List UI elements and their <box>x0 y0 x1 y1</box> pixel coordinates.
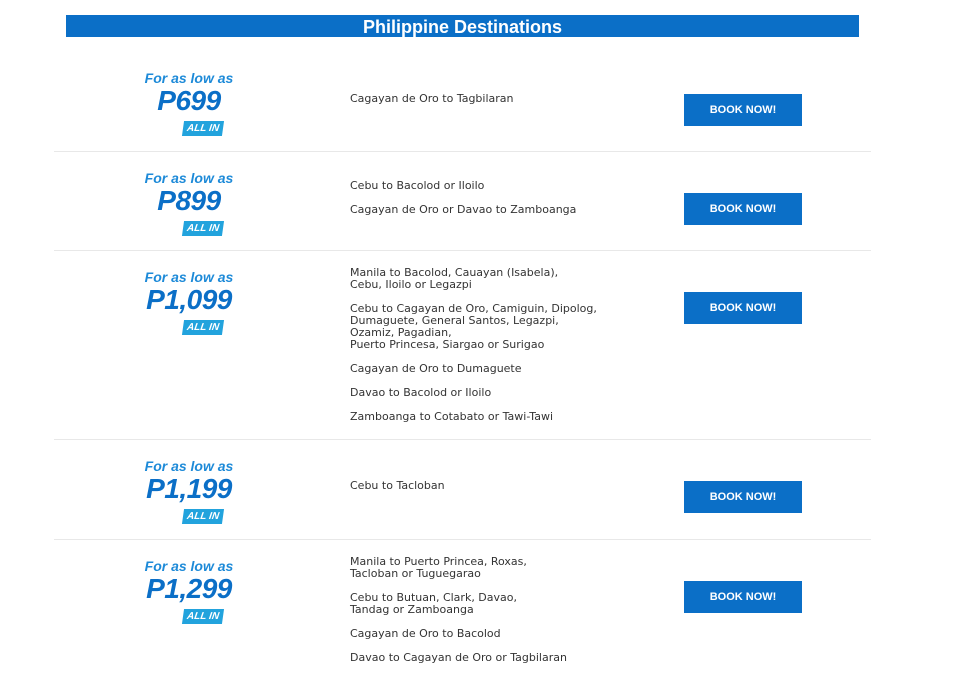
price-block: For as low as P1,299 ALL IN <box>54 558 324 624</box>
book-now-button[interactable]: BOOK NOW! <box>684 581 802 613</box>
route-item: Manila to Bacolod, Cauayan (Isabela), Ce… <box>350 266 559 291</box>
price-intro: For as low as <box>144 170 234 186</box>
promo-row: For as low as P899 ALL IN Cebu to Bacolo… <box>54 152 871 251</box>
price-amount: P1,299 <box>146 573 232 604</box>
route-item: Cagayan de Oro to Dumaguete <box>350 362 522 375</box>
price-intro: For as low as <box>144 558 234 574</box>
route-item: Cebu to Cagayan de Oro, Camiguin, Dipolo… <box>350 302 597 351</box>
route-item: Cebu to Butuan, Clark, Davao, Tandag or … <box>350 591 517 616</box>
route-list: Manila to Bacolod, Cauayan (Isabela), Ce… <box>350 267 650 435</box>
route-item: Davao to Bacolod or Iloilo <box>350 386 492 399</box>
route-item: Manila to Puerto Princea, Roxas, Tacloba… <box>350 555 527 580</box>
price-intro: For as low as <box>144 70 234 86</box>
price-block: For as low as P699 ALL IN <box>54 70 324 136</box>
all-in-badge: ALL IN <box>181 221 225 236</box>
all-in-badge: ALL IN <box>181 121 225 136</box>
promo-row: For as low as P699 ALL IN Cagayan de Oro… <box>54 52 871 152</box>
route-item: Zamboanga to Cotabato or Tawi-Tawi <box>350 410 553 423</box>
route-list: Cebu to Bacolod or Iloilo Cagayan de Oro… <box>350 180 650 228</box>
all-in-badge: ALL IN <box>181 509 225 524</box>
route-item: Cagayan de Oro or Davao to Zamboanga <box>350 203 577 216</box>
price-amount: P1,199 <box>146 473 232 504</box>
promo-row: For as low as P1,199 ALL IN Cebu to Tacl… <box>54 440 871 540</box>
price-block: For as low as P1,199 ALL IN <box>54 458 324 524</box>
route-item: Cagayan de Oro to Bacolod <box>350 627 501 640</box>
all-in-badge: ALL IN <box>181 320 225 335</box>
all-in-badge: ALL IN <box>181 609 225 624</box>
route-item: Cagayan de Oro to Tagbilaran <box>350 92 514 105</box>
price-amount: P899 <box>157 185 221 216</box>
price-intro: For as low as <box>144 458 234 474</box>
page-title: Philippine Destinations <box>66 15 859 37</box>
price-amount: P1,099 <box>146 284 232 315</box>
price-intro: For as low as <box>144 269 234 285</box>
book-now-button[interactable]: BOOK NOW! <box>684 94 802 126</box>
route-item: Cebu to Tacloban <box>350 479 445 492</box>
promo-list: For as low as P699 ALL IN Cagayan de Oro… <box>54 52 871 680</box>
price-amount: P699 <box>157 85 221 116</box>
route-list: Cagayan de Oro to Tagbilaran <box>350 93 650 117</box>
promo-row: For as low as P1,099 ALL IN Manila to Ba… <box>54 251 871 440</box>
route-list: Cebu to Tacloban <box>350 480 650 504</box>
book-now-button[interactable]: BOOK NOW! <box>684 292 802 324</box>
book-now-button[interactable]: BOOK NOW! <box>684 481 802 513</box>
route-item: Davao to Cagayan de Oro or Tagbilaran <box>350 651 567 664</box>
price-block: For as low as P899 ALL IN <box>54 170 324 236</box>
promo-row: For as low as P1,299 ALL IN Manila to Pu… <box>54 540 871 680</box>
route-item: Cebu to Bacolod or Iloilo <box>350 179 485 192</box>
route-list: Manila to Puerto Princea, Roxas, Tacloba… <box>350 556 650 676</box>
book-now-button[interactable]: BOOK NOW! <box>684 193 802 225</box>
price-block: For as low as P1,099 ALL IN <box>54 269 324 335</box>
